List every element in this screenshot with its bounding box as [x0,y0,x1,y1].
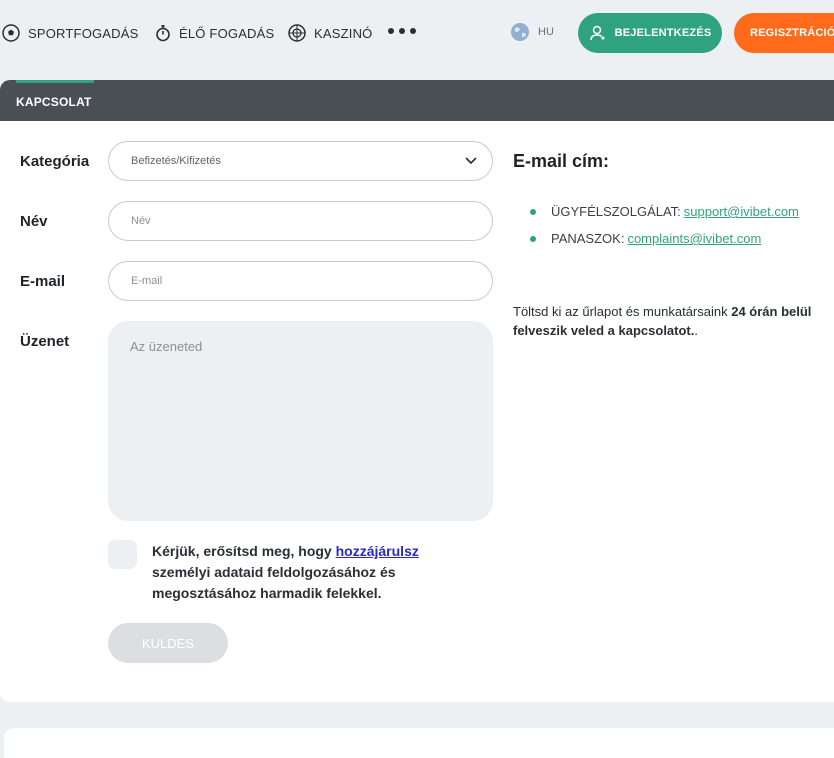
soccer-ball-icon [2,24,20,42]
globe-icon [511,23,529,41]
language-label: HU [538,26,554,38]
message-label: Üzenet [20,333,70,350]
consent-text: Kérjük, erősítsd meg, hogy hozzájárulsz … [152,541,472,604]
login-button[interactable]: BEJELENTKEZÉS [578,13,722,53]
category-select[interactable]: Befizetés/Kifizetés [108,141,493,181]
consent-text-before: Kérjük, erősítsd meg, hogy [152,543,336,559]
tab-label: KAPCSOLAT [16,95,92,109]
stopwatch-icon [156,25,170,42]
chevron-down-icon [465,157,477,165]
card-header: KAPCSOLAT [0,80,834,121]
email-label: E-mail [20,273,66,290]
user-login-icon [589,25,605,41]
message-placeholder: Az üzeneted [130,339,203,354]
nav-item-label: SPORTFOGADÁS [28,25,139,41]
consent-text-after: személyi adataid feldolgozásához és mego… [152,564,396,601]
support-email-link[interactable]: support@ivibet.com [684,204,799,219]
email-input[interactable]: E-mail [108,261,493,301]
info-text-before: Töltsd ki az űrlapot és munkatársaink [513,304,732,319]
support-contact: ÜGYFÉLSZOLGÁLAT: support@ivibet.com [530,204,799,219]
register-label: REGISZTRÁCIÓ [750,27,834,39]
nav-item-kaszino[interactable]: KASZINÓ [288,22,372,44]
active-tab-indicator [16,80,94,83]
consent-checkbox[interactable] [108,540,137,569]
more-dots-icon[interactable] [388,28,416,34]
nav-item-label: ÉLŐ FOGADÁS [179,25,275,41]
complaints-contact: PANASZOK: complaints@ivibet.com [530,231,761,246]
email-section-title: E-mail cím: [513,151,610,171]
next-section-card [4,728,834,758]
support-label: ÜGYFÉLSZOLGÁLAT: [551,204,681,219]
bullet-icon [530,208,536,215]
consent-link[interactable]: hozzájárulsz [336,543,419,559]
name-label: Név [20,213,48,230]
tab-kapcsolat[interactable]: KAPCSOLAT [0,80,94,121]
category-label: Kategória [20,153,90,170]
nav-item-sportfogadas[interactable]: SPORTFOGADÁS [2,22,139,44]
complaints-label: PANASZOK: [551,231,625,246]
language-selector[interactable]: HU [510,22,554,42]
contact-card: KAPCSOLAT Kategória Befizetés/Kifizetés … [0,80,834,702]
nav-item-elo-fogadas[interactable]: ÉLŐ FOGADÁS [155,22,274,44]
email-placeholder: E-mail [131,275,163,287]
top-navigation: SPORTFOGADÁS ÉLŐ FOGADÁS KASZINÓ HU BEJE… [0,0,834,66]
name-placeholder: Név [131,215,151,227]
roulette-icon [288,24,306,42]
message-textarea[interactable]: Az üzeneted [108,321,493,521]
login-label: BEJELENTKEZÉS [614,27,712,39]
name-input[interactable]: Név [108,201,493,241]
response-info: Töltsd ki az űrlapot és munkatársaink 24… [513,302,823,340]
send-label: KULDES [141,635,195,651]
category-value: Befizetés/Kifizetés [131,155,221,167]
info-text-after: . [694,323,698,338]
bullet-icon [530,235,536,242]
complaints-email-link[interactable]: complaints@ivibet.com [627,231,761,246]
nav-item-label: KASZINÓ [314,25,373,41]
send-button[interactable]: KULDES [108,623,228,663]
register-button[interactable]: REGISZTRÁCIÓ [734,13,834,53]
